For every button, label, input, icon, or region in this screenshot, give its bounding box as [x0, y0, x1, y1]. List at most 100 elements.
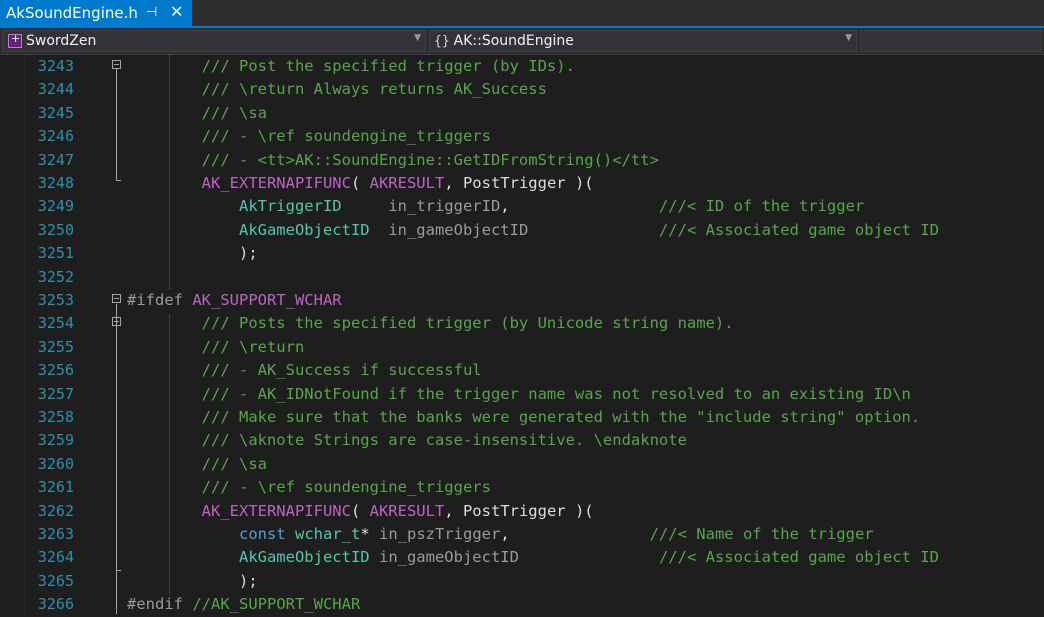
code-line[interactable]: 3255 /// \return [0, 336, 1044, 359]
tab-aksoundengine-h[interactable]: AkSoundEngine.h ⊣ ✕ [0, 0, 192, 26]
code-line[interactable]: 3247 /// - <tt>AK::SoundEngine::GetIDFro… [0, 149, 1044, 172]
code-text: /// Post the specified trigger (by IDs). [127, 55, 575, 78]
fold-outline-end [116, 180, 121, 181]
namespace-icon: {} [434, 33, 450, 49]
code-token-keyword: const [238, 525, 286, 543]
code-token-comment: /// \aknote Strings are case-insensitive… [201, 431, 687, 450]
code-token-comment: /// - \ref soundengine_triggers [201, 478, 491, 497]
code-token-comment: /// - AK_IDNotFound if the trigger name … [201, 384, 911, 403]
collapse-icon[interactable] [112, 60, 121, 69]
code-line[interactable]: 3251 ); [0, 242, 1044, 265]
tab-title: AkSoundEngine.h [6, 4, 138, 22]
code-line[interactable]: 3246 /// - \ref soundengine_triggers [0, 125, 1044, 148]
code-token-macro: AKRESULT [369, 174, 445, 192]
code-token-plain: ); [238, 244, 258, 263]
line-number: 3250 [37, 220, 74, 239]
code-token-plain: ); [238, 571, 258, 590]
code-token-pre: #ifdef [127, 291, 193, 309]
code-token-type: wchar_t [295, 525, 361, 543]
code-line[interactable]: 3265 ); [0, 570, 1044, 593]
code-line[interactable]: 3263 const wchar_t* in_pszTrigger, ///< … [0, 523, 1044, 546]
pin-icon[interactable]: ⊣ [146, 5, 157, 20]
code-token-comment: /// Posts the specified trigger (by Unic… [201, 314, 734, 333]
code-line[interactable]: 3256 /// - AK_Success if successful [0, 359, 1044, 382]
code-token-comment: /// - AK_Success if successful [201, 361, 482, 380]
code-line[interactable]: 3253 #ifdef AK_SUPPORT_WCHAR [0, 289, 1044, 312]
line-number: 3266 [37, 595, 74, 614]
code-token-comment: ///< Name of the trigger [649, 525, 874, 543]
code-line[interactable]: 3244 /// \return Always returns AK_Succe… [0, 78, 1044, 101]
line-number: 3254 [37, 314, 74, 333]
line-number: 3248 [37, 174, 74, 192]
line-number: 3249 [37, 197, 74, 216]
line-number: 3263 [37, 525, 74, 543]
close-icon[interactable]: ✕ [170, 2, 183, 21]
code-editor[interactable]: 3243 /// Post the specified trigger (by … [0, 55, 1044, 616]
line-number: 3243 [37, 57, 74, 75]
code-token-macro: AKRESULT [369, 501, 445, 520]
member-dropdown[interactable] [860, 30, 1042, 52]
code-text: AkTriggerID in_triggerID, ///< ID of the… [127, 195, 864, 218]
code-text: /// \sa [127, 102, 267, 125]
collapse-icon[interactable] [112, 294, 121, 303]
code-line[interactable]: 3262 AK_EXTERNAPIFUNC( AKRESULT, PostTri… [0, 500, 1044, 523]
code-line[interactable]: 3250 AkGameObjectID in_gameObjectID ///<… [0, 219, 1044, 242]
code-text: ); [127, 570, 258, 593]
code-text: AkGameObjectID in_gameObjectID ///< Asso… [127, 219, 939, 242]
code-line[interactable]: 3254 /// Posts the specified trigger (by… [0, 312, 1044, 335]
line-number: 3265 [37, 571, 74, 590]
code-line[interactable]: 3260 /// \sa [0, 453, 1044, 476]
code-token-param: in_gameObjectID [388, 220, 529, 239]
code-text: #ifdef AK_SUPPORT_WCHAR [127, 289, 342, 312]
code-text: /// - AK_IDNotFound if the trigger name … [127, 383, 911, 406]
code-text: /// \aknote Strings are case-insensitive… [127, 429, 687, 452]
code-text: /// - \ref soundengine_triggers [127, 125, 491, 148]
code-token-param: in_gameObjectID [378, 548, 519, 567]
navigation-bar: SwordZen ▼ {} AK::SoundEngine ▼ [0, 28, 1044, 55]
line-number: 3244 [37, 80, 74, 99]
code-token-plain: * [360, 525, 379, 543]
code-token-param: in_triggerID [388, 197, 501, 216]
code-token-plain: ( [350, 501, 370, 520]
chevron-down-icon: ▼ [845, 33, 852, 43]
code-line[interactable]: 3252 [0, 266, 1044, 289]
scope-label: AK::SoundEngine [453, 33, 574, 49]
project-dropdown[interactable]: SwordZen ▼ [2, 30, 426, 52]
scope-dropdown[interactable]: {} AK::SoundEngine ▼ [429, 30, 857, 52]
code-token-plain: , [500, 525, 650, 543]
code-token-comment: /// Post the specified trigger (by IDs). [201, 57, 575, 75]
code-line[interactable]: 3245 /// \sa [0, 102, 1044, 125]
code-line[interactable]: 3249 AkTriggerID in_triggerID, ///< ID o… [0, 195, 1044, 218]
code-text: /// \return [127, 336, 305, 359]
code-line[interactable]: 3259 /// \aknote Strings are case-insens… [0, 429, 1044, 452]
code-token-type: AkGameObjectID [238, 548, 370, 567]
code-token-comment: /// - <tt>AK::SoundEngine::GetIDFromStri… [201, 150, 659, 169]
code-line[interactable]: 3257 /// - AK_IDNotFound if the trigger … [0, 383, 1044, 406]
code-line[interactable]: 3243 /// Post the specified trigger (by … [0, 55, 1044, 78]
code-token-type: AkTriggerID [238, 197, 342, 216]
code-token-macro: AK_EXTERNAPIFUNC [201, 174, 351, 192]
line-number: 3252 [37, 267, 74, 286]
code-text: /// Posts the specified trigger (by Unic… [127, 312, 734, 335]
code-line[interactable]: 3248 AK_EXTERNAPIFUNC( AKRESULT, PostTri… [0, 172, 1044, 195]
code-token-param: in_pszTrigger [379, 525, 501, 543]
code-token-plain: , PostTrigger )( [444, 501, 594, 520]
code-token-comment: ///< ID of the trigger [658, 197, 865, 216]
chevron-down-icon: ▼ [414, 33, 421, 43]
line-number: 3258 [37, 408, 74, 426]
code-text: AK_EXTERNAPIFUNC( AKRESULT, PostTrigger … [127, 172, 594, 195]
code-line[interactable]: 3266 #endif //AK_SUPPORT_WCHAR [0, 593, 1044, 616]
code-text: /// Make sure that the banks were genera… [127, 406, 921, 429]
line-number: 3247 [37, 150, 74, 169]
code-line[interactable]: 3264 AkGameObjectID in_gameObjectID ///<… [0, 546, 1044, 569]
line-number: 3257 [37, 384, 74, 403]
code-token-comment: ///< Associated game object ID [658, 220, 939, 239]
code-token-comment: /// \return [201, 337, 305, 356]
code-token-comment: /// Make sure that the banks were genera… [201, 408, 921, 426]
code-line[interactable]: 3261 /// - \ref soundengine_triggers [0, 476, 1044, 499]
code-line[interactable]: 3258 /// Make sure that the banks were g… [0, 406, 1044, 429]
